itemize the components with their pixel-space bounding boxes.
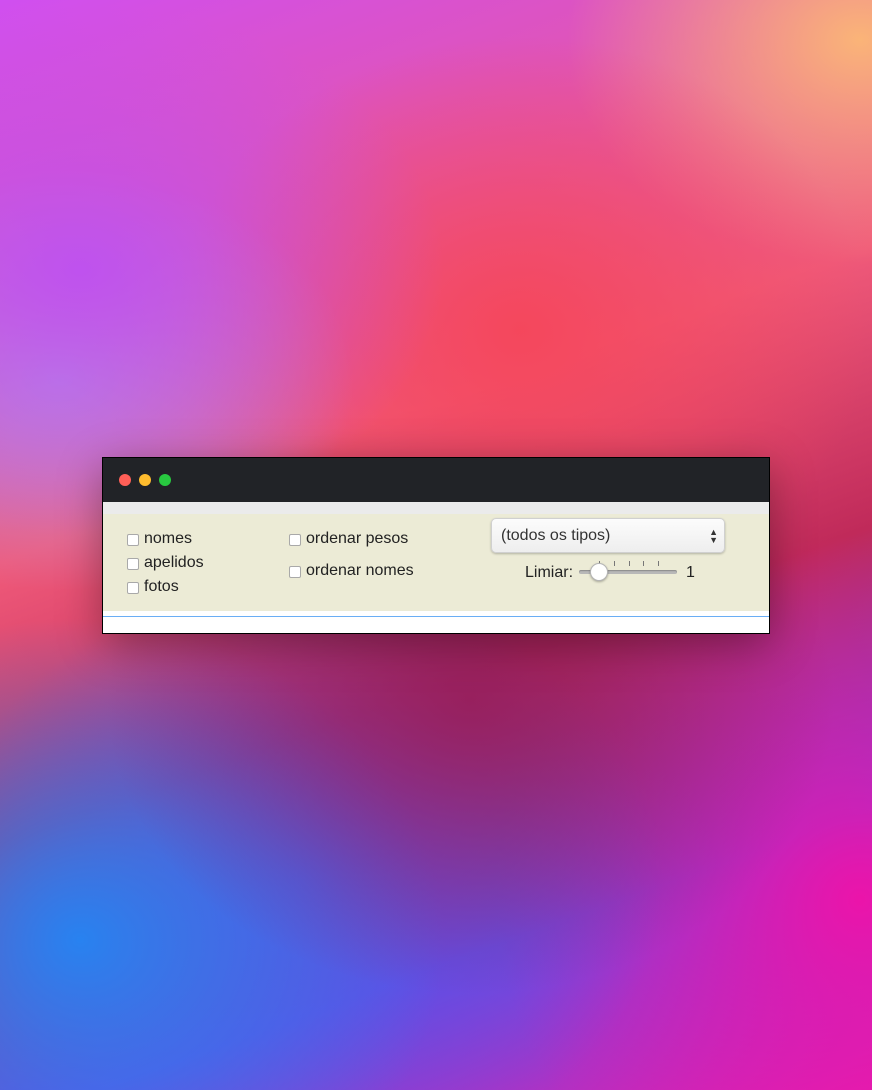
threshold-value: 1 [686,564,695,581]
checkbox-box[interactable] [289,534,301,546]
checkbox-ordenar-nomes[interactable]: ordenar nomes [289,562,414,580]
type-select[interactable]: (todos os tipos) ▲ ▼ [491,518,725,553]
slider-tick [658,561,660,566]
up-down-chevron-icon: ▲ ▼ [709,527,718,545]
threshold-slider-thumb[interactable] [589,563,608,581]
checkbox-ordenar-pesos[interactable]: ordenar pesos [289,530,408,548]
checkbox-label: fotos [144,578,179,595]
checkbox-label: ordenar nomes [306,562,414,579]
checkbox-nomes[interactable]: nomes [127,530,192,548]
toolbar-strip [103,502,769,514]
content-divider [103,616,769,617]
checkbox-label: ordenar pesos [306,530,409,547]
checkbox-fotos[interactable]: fotos [127,578,179,596]
checkbox-box[interactable] [127,558,139,570]
checkbox-label: apelidos [144,554,204,571]
slider-tick [613,561,615,566]
app-window: nomes apelidos fotos ordenar pesos orden… [102,457,770,634]
minimize-button[interactable] [139,474,151,486]
title-bar [103,458,769,502]
checkbox-label: nomes [144,530,193,547]
options-panel: nomes apelidos fotos ordenar pesos orden… [103,514,769,611]
checkbox-box[interactable] [127,582,139,594]
type-select-value: (todos os tipos) [501,526,611,544]
slider-tick [643,561,645,566]
checkbox-box[interactable] [289,566,301,578]
zoom-button[interactable] [159,474,171,486]
checkbox-box[interactable] [127,534,139,546]
slider-tick [628,561,630,566]
checkbox-apelidos[interactable]: apelidos [127,554,204,572]
close-button[interactable] [119,474,131,486]
threshold-label: Limiar: [525,564,574,581]
threshold-slider[interactable] [579,561,677,581]
